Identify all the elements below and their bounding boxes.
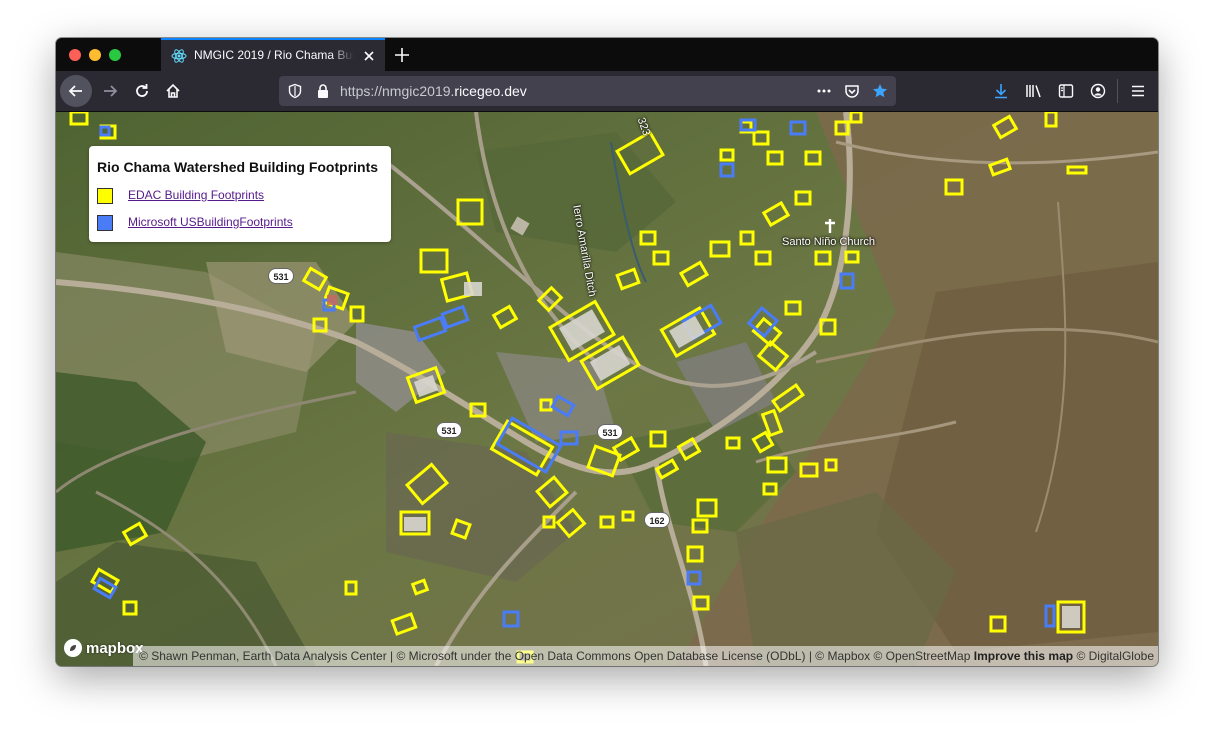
- reload-icon: [136, 84, 148, 97]
- library-icon[interactable]: [1025, 83, 1043, 99]
- home-button[interactable]: [157, 75, 189, 107]
- map-attribution: © Shawn Penman, Earth Data Analysis Cent…: [133, 646, 1158, 666]
- map-legend: Rio Chama Watershed Building Footprints …: [89, 146, 391, 242]
- window-maximize-button[interactable]: [109, 49, 121, 61]
- window-close-button[interactable]: [69, 49, 81, 61]
- attribution-text: © Shawn Penman, Earth Data Analysis Cent…: [139, 649, 971, 663]
- route-shield-531-b: 531: [436, 422, 462, 438]
- react-favicon-icon: [171, 49, 187, 63]
- arrow-left-icon: [68, 85, 82, 97]
- reload-button[interactable]: [126, 75, 158, 107]
- close-tab-icon[interactable]: [361, 48, 377, 64]
- legend-swatch-yellow: [97, 188, 113, 204]
- toolbar-divider: [1117, 79, 1118, 103]
- sidebar-icon[interactable]: [1058, 83, 1074, 99]
- browser-window: NMGIC 2019 / Rio Chama Building Footprin…: [56, 38, 1158, 666]
- shield-icon[interactable]: [287, 83, 303, 99]
- route-shield-531-c: 531: [597, 424, 623, 440]
- window-minimize-button[interactable]: [89, 49, 101, 61]
- download-icon[interactable]: [993, 83, 1009, 99]
- arrow-right-icon: [104, 85, 118, 97]
- church-cross-icon: [825, 219, 835, 233]
- more-actions-icon[interactable]: [816, 83, 832, 99]
- forward-button[interactable]: [94, 75, 126, 107]
- improve-map-link[interactable]: Improve this map: [974, 649, 1073, 663]
- legend-link-edac[interactable]: EDAC Building Footprints: [128, 188, 264, 202]
- navigation-toolbar: https://nmgic2019.ricegeo.dev: [56, 71, 1158, 112]
- map-canvas[interactable]: Santo Niño Church Ierro Amarilla Ditch 3…: [56, 112, 1158, 666]
- account-icon[interactable]: [1090, 83, 1106, 99]
- legend-swatch-blue: [97, 215, 113, 231]
- tab-title: NMGIC 2019 / Rio Chama Building Footprin…: [194, 48, 354, 62]
- pocket-icon[interactable]: [844, 83, 860, 99]
- legend-link-microsoft[interactable]: Microsoft USBuildingFootprints: [128, 215, 293, 229]
- tab-bar: NMGIC 2019 / Rio Chama Building Footprin…: [56, 38, 1158, 71]
- mapbox-logo-icon: [64, 639, 82, 657]
- mapbox-logo[interactable]: mapbox: [64, 637, 144, 659]
- home-icon: [166, 83, 180, 98]
- legend-title: Rio Chama Watershed Building Footprints: [97, 159, 379, 175]
- lock-icon[interactable]: [315, 83, 331, 99]
- bookmark-star-icon[interactable]: [872, 83, 888, 99]
- url-text[interactable]: https://nmgic2019.ricegeo.dev: [340, 83, 527, 99]
- address-bar[interactable]: https://nmgic2019.ricegeo.dev: [279, 76, 896, 106]
- new-tab-icon[interactable]: [393, 46, 411, 64]
- digitalglobe-credit: © DigitalGlobe: [1076, 649, 1154, 663]
- hamburger-menu-icon[interactable]: [1130, 83, 1146, 99]
- route-shield-531-a: 531: [268, 268, 294, 284]
- back-button[interactable]: [60, 75, 92, 107]
- tab-active[interactable]: NMGIC 2019 / Rio Chama Building Footprin…: [161, 38, 385, 71]
- church-label[interactable]: Santo Niño Church: [782, 236, 875, 248]
- route-shield-162: 162: [644, 512, 670, 528]
